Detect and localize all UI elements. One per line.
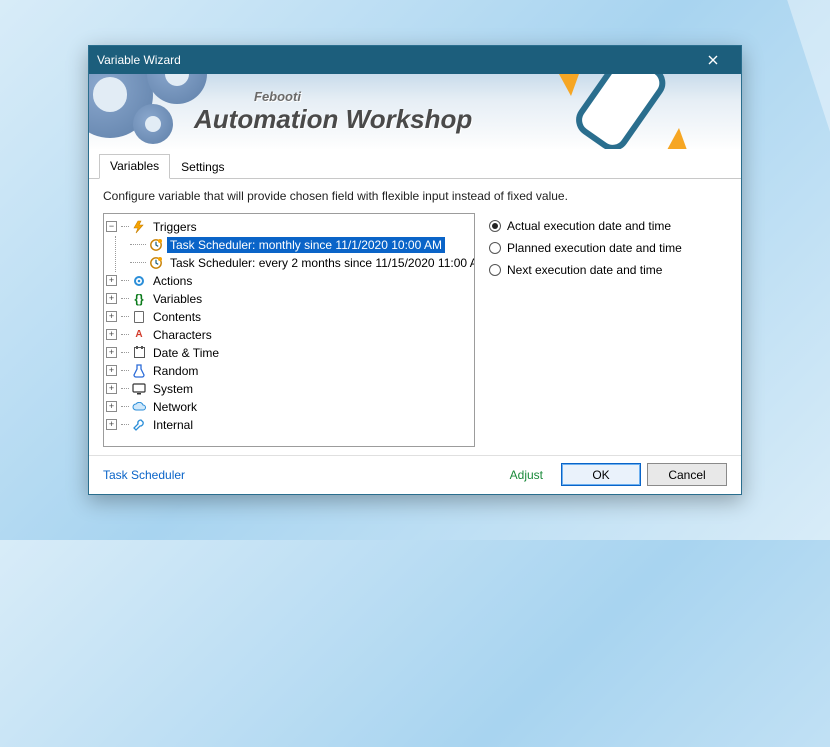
tree-node-system[interactable]: + System	[106, 380, 472, 398]
banner: Febooti Automation Workshop	[89, 74, 741, 149]
characters-icon: A	[131, 327, 147, 343]
expand-icon[interactable]: +	[106, 347, 117, 358]
collapse-icon[interactable]: −	[106, 221, 117, 232]
radio-icon	[489, 264, 501, 276]
adjust-link[interactable]: Adjust	[510, 468, 543, 482]
monitor-icon	[131, 381, 147, 397]
tree-node-variables[interactable]: + {} Variables	[106, 290, 472, 308]
tab-variables[interactable]: Variables	[99, 154, 170, 179]
tree-node-triggers[interactable]: − Triggers	[106, 218, 472, 236]
brand-small: Febooti	[254, 89, 472, 104]
tree-label: Internal	[150, 417, 196, 433]
option-next-execution[interactable]: Next execution date and time	[489, 259, 727, 281]
flask-icon	[131, 363, 147, 379]
tree-label: Variables	[150, 291, 205, 307]
tree-node-random[interactable]: + Random	[106, 362, 472, 380]
expand-icon[interactable]: +	[106, 275, 117, 286]
tree-node-date-time[interactable]: + Date & Time	[106, 344, 472, 362]
tree-node-internal[interactable]: + Internal	[106, 416, 472, 434]
window-title: Variable Wizard	[97, 53, 693, 67]
calendar-icon	[131, 345, 147, 361]
option-label: Next execution date and time	[507, 263, 662, 277]
tree-node-actions[interactable]: + Actions	[106, 272, 472, 290]
task-scheduler-link[interactable]: Task Scheduler	[103, 468, 185, 482]
tree-item-task-scheduler-2[interactable]: Task Scheduler: every 2 months since 11/…	[130, 254, 472, 272]
variable-wizard-dialog: Variable Wizard Febooti Automation Works…	[88, 45, 742, 495]
page-icon	[131, 309, 147, 325]
tree-label: System	[150, 381, 196, 397]
brand-big: Automation Workshop	[194, 104, 472, 134]
brand: Febooti Automation Workshop	[194, 89, 472, 135]
tree-node-network[interactable]: + Network	[106, 398, 472, 416]
tree-label: Network	[150, 399, 200, 415]
content-area: Configure variable that will provide cho…	[89, 179, 741, 455]
radio-icon	[489, 242, 501, 254]
tab-label: Settings	[181, 160, 224, 174]
expand-icon[interactable]: +	[106, 293, 117, 304]
expand-icon[interactable]: +	[106, 329, 117, 340]
clock-icon	[148, 255, 164, 271]
expand-icon[interactable]: +	[106, 383, 117, 394]
cloud-icon	[131, 399, 147, 415]
tab-strip: Variables Settings	[89, 149, 741, 179]
tree-label: Task Scheduler: every 2 months since 11/…	[167, 255, 475, 271]
expand-icon[interactable]: +	[106, 401, 117, 412]
tree-node-characters[interactable]: + A Characters	[106, 326, 472, 344]
expand-icon[interactable]: +	[106, 311, 117, 322]
close-button[interactable]	[693, 49, 733, 71]
cancel-button[interactable]: Cancel	[647, 463, 727, 486]
tree-node-contents[interactable]: + Contents	[106, 308, 472, 326]
expand-icon[interactable]: +	[106, 419, 117, 430]
expand-icon[interactable]: +	[106, 365, 117, 376]
option-label: Actual execution date and time	[507, 219, 671, 233]
tree-item-task-scheduler-1[interactable]: Task Scheduler: monthly since 11/1/2020 …	[130, 236, 472, 254]
ok-button[interactable]: OK	[561, 463, 641, 486]
options-panel: Actual execution date and time Planned e…	[489, 213, 727, 447]
tree-label: Triggers	[150, 219, 200, 235]
lightning-icon	[131, 219, 147, 235]
titlebar: Variable Wizard	[89, 46, 741, 74]
option-planned-execution[interactable]: Planned execution date and time	[489, 237, 727, 259]
tree-label: Task Scheduler: monthly since 11/1/2020 …	[167, 237, 445, 253]
tree-label: Contents	[150, 309, 204, 325]
tab-settings[interactable]: Settings	[170, 155, 235, 179]
pen-icon	[559, 74, 689, 149]
gear-icon	[131, 273, 147, 289]
tab-label: Variables	[110, 159, 159, 173]
dialog-footer: Task Scheduler Adjust OK Cancel	[89, 455, 741, 494]
option-label: Planned execution date and time	[507, 241, 682, 255]
close-icon	[708, 55, 718, 65]
tree-label: Date & Time	[150, 345, 222, 361]
tree-label: Actions	[150, 273, 195, 289]
clock-icon	[148, 237, 164, 253]
braces-icon: {}	[131, 291, 147, 307]
tree-label: Characters	[150, 327, 215, 343]
option-actual-execution[interactable]: Actual execution date and time	[489, 215, 727, 237]
description-text: Configure variable that will provide cho…	[103, 189, 727, 203]
variable-tree[interactable]: − Triggers Task Schedul	[103, 213, 475, 447]
wrench-icon	[131, 417, 147, 433]
radio-icon	[489, 220, 501, 232]
tree-label: Random	[150, 363, 201, 379]
